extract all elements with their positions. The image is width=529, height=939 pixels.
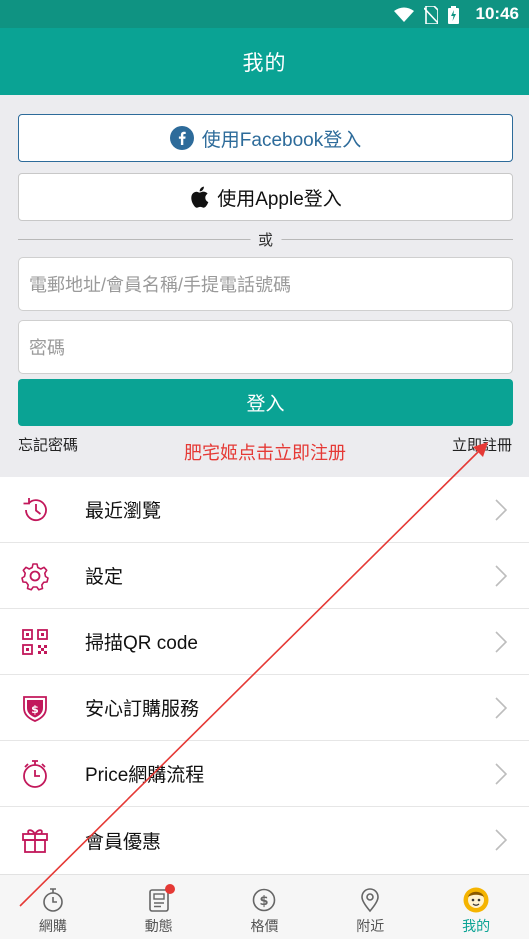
chevron-right-icon bbox=[495, 696, 507, 719]
tab-label: 附近 bbox=[356, 918, 385, 934]
apple-login-button[interactable]: 使用Apple登入 bbox=[18, 173, 513, 221]
apple-icon bbox=[191, 186, 209, 208]
shield-dollar-icon: $ bbox=[23, 695, 47, 722]
qr-code-icon bbox=[22, 628, 48, 655]
tab-my-account[interactable]: 我的 bbox=[423, 875, 529, 939]
gift-icon bbox=[22, 829, 48, 853]
register-link[interactable]: 立即註冊 bbox=[452, 434, 512, 455]
menu-item-label: 掃描QR code bbox=[85, 633, 198, 654]
tab-label: 格價 bbox=[250, 918, 279, 934]
dollar-compare-icon: $ bbox=[253, 888, 276, 912]
battery-charging-icon bbox=[448, 6, 459, 24]
wifi-icon bbox=[394, 7, 414, 22]
menu-item-settings[interactable]: 設定 bbox=[0, 543, 529, 609]
avatar-icon bbox=[463, 887, 489, 913]
or-divider-label: 或 bbox=[249, 229, 282, 250]
menu-item-shopping-process[interactable]: Price網購流程 bbox=[0, 741, 529, 807]
tab-label: 動態 bbox=[144, 918, 173, 934]
menu-item-label: 會員優惠 bbox=[85, 831, 162, 853]
email-field-placeholder: 電郵地址/會員名稱/手提電話號碼 bbox=[29, 275, 292, 295]
tab-price-compare[interactable]: $ 格價 bbox=[212, 875, 318, 939]
login-button-label: 登入 bbox=[246, 394, 285, 415]
chevron-right-icon bbox=[495, 762, 507, 785]
or-divider: 或 bbox=[18, 229, 513, 250]
password-field-placeholder: 密碼 bbox=[29, 338, 65, 358]
stopwatch-icon bbox=[23, 759, 47, 788]
menu-item-safe-order[interactable]: $ 安心訂購服務 bbox=[0, 675, 529, 741]
menu-item-member-offers[interactable]: 會員優惠 bbox=[0, 807, 529, 873]
tab-nearby[interactable]: 附近 bbox=[317, 875, 423, 939]
chevron-right-icon bbox=[495, 829, 507, 851]
chevron-right-icon bbox=[495, 498, 507, 521]
no-sim-icon bbox=[424, 6, 438, 24]
email-field[interactable]: 電郵地址/會員名稱/手提電話號碼 bbox=[18, 257, 513, 311]
tab-online-shopping[interactable]: 網購 bbox=[0, 875, 106, 939]
app-bar: 我的 bbox=[0, 28, 529, 95]
status-time: 10:46 bbox=[475, 4, 519, 23]
svg-text:$: $ bbox=[260, 894, 269, 909]
notification-badge bbox=[164, 884, 175, 894]
svg-text:$: $ bbox=[31, 703, 39, 716]
location-pin-icon bbox=[361, 888, 380, 913]
status-bar: 10:46 bbox=[0, 0, 529, 28]
tab-label: 我的 bbox=[462, 918, 491, 934]
menu-item-scan-qr[interactable]: 掃描QR code bbox=[0, 609, 529, 675]
menu-item-label: Price網購流程 bbox=[85, 765, 205, 786]
facebook-login-button[interactable]: 使用Facebook登入 bbox=[18, 114, 513, 162]
facebook-login-label: 使用Facebook登入 bbox=[201, 129, 362, 151]
menu-list: 最近瀏覽 設定 掃描QR code $ 安心訂購服務 Price網購流程 會員優… bbox=[0, 477, 529, 874]
page-title: 我的 bbox=[242, 51, 287, 75]
chevron-right-icon bbox=[495, 630, 507, 653]
gear-icon bbox=[21, 562, 49, 591]
menu-item-label: 設定 bbox=[85, 567, 124, 588]
menu-item-recent[interactable]: 最近瀏覽 bbox=[0, 477, 529, 543]
stopwatch-icon bbox=[43, 888, 63, 912]
annotation-text: 肥宅姬点击立即注册 bbox=[184, 443, 346, 463]
menu-item-label: 安心訂購服務 bbox=[85, 699, 200, 720]
bottom-tab-bar: 網購 動態 $ 格價 附近 我的 bbox=[0, 874, 529, 939]
login-section: 使用Facebook登入 使用Apple登入 或 電郵地址/會員名稱/手提電話號… bbox=[0, 95, 529, 477]
apple-login-label: 使用Apple登入 bbox=[217, 188, 342, 210]
menu-item-label: 最近瀏覽 bbox=[85, 501, 162, 522]
login-button[interactable]: 登入 bbox=[18, 379, 513, 426]
status-icons bbox=[394, 6, 459, 24]
history-icon bbox=[23, 497, 47, 521]
tab-label: 網購 bbox=[38, 918, 67, 934]
password-field[interactable]: 密碼 bbox=[18, 320, 513, 374]
forgot-password-link[interactable]: 忘記密碼 bbox=[18, 434, 78, 455]
tab-news[interactable]: 動態 bbox=[106, 875, 212, 939]
facebook-icon bbox=[169, 126, 194, 150]
chevron-right-icon bbox=[495, 564, 507, 587]
